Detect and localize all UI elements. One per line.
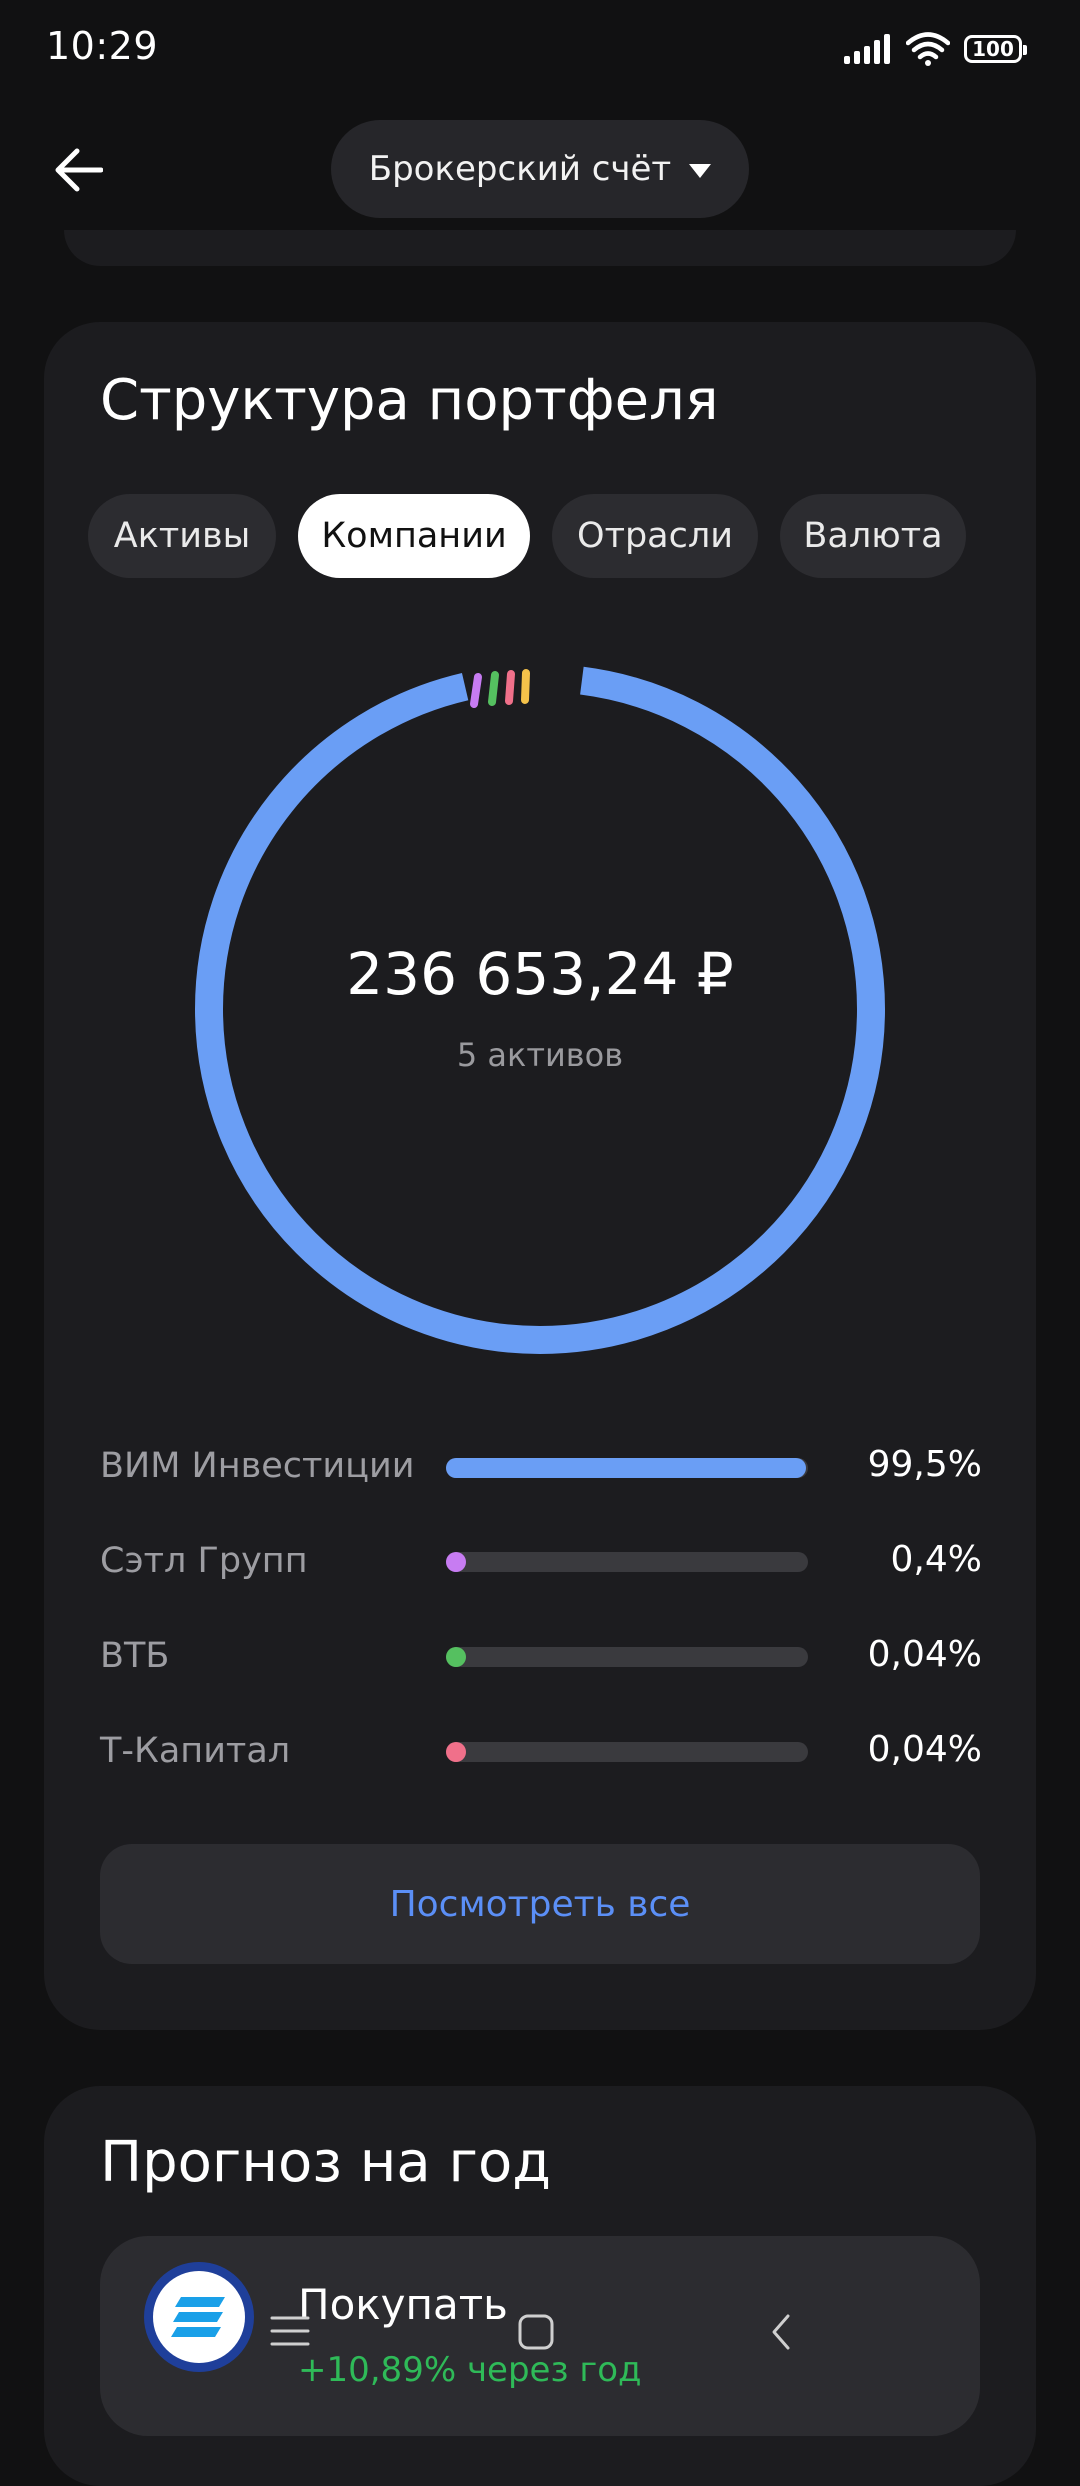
- company-share-bar: [446, 1458, 808, 1478]
- menu-icon[interactable]: [270, 2312, 310, 2350]
- back-button[interactable]: [44, 140, 114, 200]
- signal-icon: [844, 34, 890, 64]
- company-share-bar: [446, 1647, 808, 1667]
- company-name: Т-Капитал: [100, 1731, 291, 1771]
- tab-assets[interactable]: Активы: [88, 494, 276, 578]
- company-share-bar: [446, 1552, 808, 1572]
- portfolio-assets-count: 5 активов: [456, 1036, 624, 1074]
- forecast-title: Прогноз на год: [100, 2130, 551, 2195]
- company-name: ВИМ Инвестиции: [100, 1446, 415, 1486]
- triangle-down-icon: [689, 164, 712, 178]
- status-icons: 100: [842, 32, 1027, 66]
- company-name: ВТБ: [100, 1636, 170, 1676]
- battery-level: 100: [972, 37, 1014, 61]
- donut-segment-tcapital: [505, 670, 515, 705]
- company-share-fill: [446, 1552, 466, 1572]
- account-label: Брокерский счёт: [368, 149, 672, 189]
- stripes-logo-icon: [171, 2297, 225, 2337]
- donut-main-arc: [195, 664, 885, 1354]
- account-selector[interactable]: Брокерский счёт: [331, 120, 749, 218]
- donut-segment-other: [521, 669, 530, 704]
- company-share-bar: [446, 1742, 808, 1762]
- company-share-percent: 0,04%: [867, 1729, 982, 1770]
- portfolio-donut-chart: [195, 664, 885, 1354]
- battery-icon: 100: [964, 35, 1027, 63]
- company-share-fill: [446, 1742, 466, 1762]
- company-share-fill: [446, 1647, 466, 1667]
- previous-card-edge: [64, 230, 1016, 266]
- donut-segment-vtb: [488, 671, 499, 706]
- donut-segment-setl: [470, 673, 482, 708]
- arrow-left-icon: [55, 148, 103, 192]
- company-share-fill: [446, 1458, 807, 1478]
- company-logo: [144, 2262, 254, 2372]
- company-share-percent: 0,4%: [890, 1539, 982, 1580]
- chevron-left-icon[interactable]: [766, 2312, 796, 2352]
- tab-companies[interactable]: Компании: [298, 494, 530, 578]
- forecast-recommendation: Покупать: [298, 2280, 508, 2329]
- forecast-return: +10,89% через год: [298, 2350, 642, 2390]
- company-share-percent: 99,5%: [867, 1444, 982, 1485]
- company-share-percent: 0,04%: [867, 1634, 982, 1675]
- tab-industries[interactable]: Отрасли: [552, 494, 758, 578]
- portfolio-structure-title: Структура портфеля: [100, 368, 719, 433]
- company-name: Сэтл Групп: [100, 1541, 308, 1581]
- wifi-icon: [906, 32, 950, 66]
- see-all-button[interactable]: Посмотреть все: [100, 1844, 980, 1964]
- status-time: 10:29: [46, 24, 159, 68]
- tab-currency[interactable]: Валюта: [780, 494, 966, 578]
- square-icon[interactable]: [516, 2312, 556, 2352]
- portfolio-total-value: 236 653,24 ₽: [346, 940, 734, 1008]
